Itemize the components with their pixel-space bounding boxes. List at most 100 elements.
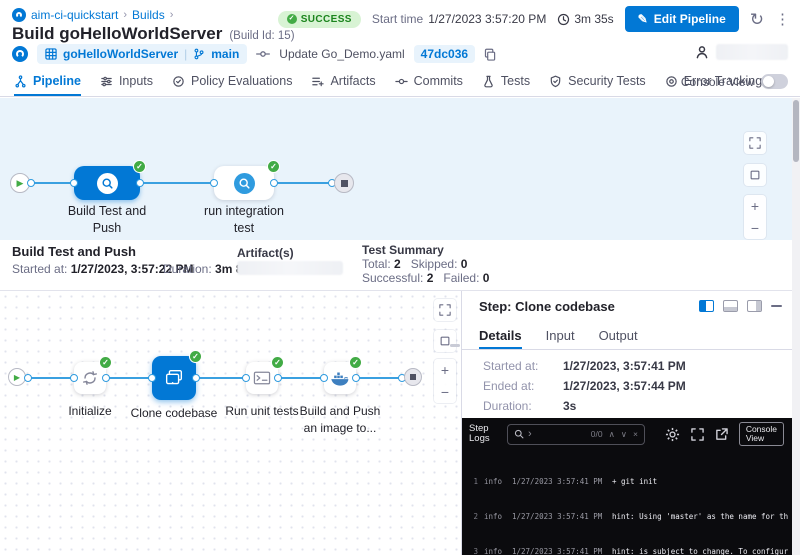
canvas-fullscreen-button[interactable] bbox=[744, 132, 766, 154]
copy-icon[interactable] bbox=[484, 48, 496, 61]
tab-pipeline[interactable]: Pipeline bbox=[14, 68, 81, 96]
scrollbar-thumb[interactable] bbox=[793, 100, 799, 162]
tab-policy-evaluations[interactable]: Policy Evaluations bbox=[172, 68, 292, 96]
commit-hash[interactable]: 47dc036 bbox=[414, 45, 475, 63]
tab-input[interactable]: Input bbox=[546, 324, 575, 349]
breadcrumb-project-link[interactable]: aim-ci-quickstart bbox=[31, 8, 118, 22]
chip-divider: | bbox=[184, 47, 187, 61]
log-search-input[interactable]: › 0/0 ∧ ∨ × bbox=[507, 424, 645, 445]
step-panel-header: Step: Clone codebase bbox=[462, 291, 792, 321]
console-view-button[interactable]: ConsoleView bbox=[739, 422, 784, 446]
step-label[interactable]: Initialize bbox=[48, 403, 132, 420]
node-port bbox=[70, 374, 78, 382]
success-check-icon: ✓ bbox=[287, 14, 297, 24]
canvas-fit-view-button[interactable] bbox=[744, 164, 766, 186]
elapsed-duration: 3m 35s bbox=[557, 12, 613, 26]
zoom-in-button[interactable]: + bbox=[441, 362, 449, 378]
canvas-fit-view-button[interactable] bbox=[434, 330, 456, 352]
success-check-icon: ✓ bbox=[133, 160, 146, 173]
success-check-icon: ✓ bbox=[271, 356, 284, 369]
ci-stage-icon bbox=[234, 173, 255, 194]
step-logs-title: StepLogs bbox=[469, 424, 499, 444]
refresh-icon[interactable]: ↻ bbox=[750, 12, 764, 27]
tab-commits[interactable]: Commits bbox=[395, 68, 463, 96]
page-scrollbar bbox=[792, 98, 800, 555]
user-cluster bbox=[695, 44, 788, 60]
artifact-link-redacted[interactable] bbox=[237, 261, 343, 275]
docker-icon bbox=[330, 370, 350, 387]
console-view-label: Console View bbox=[681, 75, 754, 89]
stage-graph-canvas[interactable]: ▶ ✓ Build Test andPush ✓ run integration… bbox=[0, 98, 792, 240]
tab-label: Inputs bbox=[119, 74, 153, 88]
console-view-toggle[interactable] bbox=[761, 74, 788, 89]
field-ended-at: Ended at:1/27/2023, 3:57:44 PM bbox=[483, 379, 782, 394]
pipeline-icon bbox=[14, 75, 27, 88]
ci-module-icon bbox=[12, 46, 28, 62]
step-label[interactable]: Clone codebase bbox=[126, 405, 222, 422]
stage-node-run-integration-test[interactable]: ✓ bbox=[214, 166, 274, 200]
node-port bbox=[320, 374, 328, 382]
breadcrumb: aim-ci-quickstart › Builds › bbox=[12, 8, 173, 22]
search-match-controls: 0/0 ∧ ∨ × bbox=[591, 429, 638, 440]
layout-bottom-icon[interactable] bbox=[723, 300, 738, 312]
success-check-icon: ✓ bbox=[189, 350, 202, 363]
tab-artifacts[interactable]: Artifacts bbox=[311, 68, 375, 96]
terminal-icon bbox=[253, 370, 271, 386]
open-in-new-icon[interactable] bbox=[715, 428, 728, 441]
node-port bbox=[148, 374, 156, 382]
console-view-toggle-group: Console View bbox=[681, 68, 788, 95]
build-page: aim-ci-quickstart › Builds › Build goHel… bbox=[0, 0, 800, 555]
start-time: Start time 1/27/2023 3:57:20 PM bbox=[372, 12, 546, 26]
tab-label: Policy Evaluations bbox=[191, 74, 292, 88]
zoom-in-button[interactable]: + bbox=[751, 198, 759, 214]
tab-details[interactable]: Details bbox=[479, 324, 522, 349]
next-match-icon[interactable]: ∨ bbox=[621, 429, 627, 440]
test-summary-row: Total: 2 Skipped: 0 bbox=[362, 257, 467, 271]
tab-output[interactable]: Output bbox=[599, 324, 638, 349]
kebab-menu-icon[interactable]: ⋮ bbox=[775, 12, 790, 27]
tab-label: Tests bbox=[501, 74, 530, 88]
step-graph-canvas[interactable]: ▶ ✓ ✓ ✓ ✓ Initializ bbox=[0, 291, 460, 555]
layout-split-left-icon[interactable] bbox=[699, 300, 714, 312]
breadcrumb-builds-link[interactable]: Builds bbox=[132, 8, 165, 22]
minimize-panel-icon[interactable] bbox=[771, 305, 782, 307]
commit-message[interactable]: Update Go_Demo.yaml bbox=[279, 47, 404, 61]
clear-search-icon[interactable]: × bbox=[633, 429, 638, 439]
node-port bbox=[24, 374, 32, 382]
log-line: 3info1/27/2023 3:57:41 PMhint: is subjec… bbox=[467, 546, 792, 555]
artifacts-label: Artifact(s) bbox=[237, 246, 294, 260]
canvas-fullscreen-button[interactable] bbox=[434, 299, 456, 321]
node-port bbox=[70, 179, 78, 187]
stage-node-build-test-and-push[interactable]: ✓ bbox=[74, 166, 140, 200]
stage-label[interactable]: run integrationtest bbox=[194, 203, 294, 237]
log-fullscreen-icon[interactable] bbox=[691, 428, 704, 441]
clock-icon bbox=[557, 13, 570, 26]
tab-tests[interactable]: Tests bbox=[482, 68, 530, 96]
tab-security-tests[interactable]: Security Tests bbox=[549, 68, 646, 96]
repo-name[interactable]: goHelloWorldServer bbox=[63, 47, 178, 61]
layout-right-icon[interactable] bbox=[747, 300, 762, 312]
toggle-knob bbox=[763, 76, 774, 87]
play-icon: ▶ bbox=[14, 373, 20, 382]
stage-info-strip: Build Test and Push Started at: 1/27/202… bbox=[0, 240, 792, 291]
zoom-out-button[interactable]: − bbox=[441, 384, 449, 400]
previous-match-icon[interactable]: ∧ bbox=[609, 429, 615, 440]
zoom-out-button[interactable]: − bbox=[751, 220, 759, 236]
panel-resize-handle[interactable] bbox=[450, 344, 460, 347]
title-row: Build goHelloWorldServer (Build Id: 15) bbox=[12, 24, 295, 44]
repo-branch-chip[interactable]: goHelloWorldServer | main bbox=[37, 44, 247, 64]
status-label: SUCCESS bbox=[301, 14, 352, 25]
step-label[interactable]: Run unit tests bbox=[220, 403, 304, 420]
canvas-zoom-controls: + − bbox=[744, 195, 766, 239]
tab-inputs[interactable]: Inputs bbox=[100, 68, 153, 96]
stage-label[interactable]: Build Test andPush bbox=[57, 203, 157, 237]
log-settings-gear-icon[interactable] bbox=[665, 427, 680, 442]
branch-icon bbox=[193, 48, 205, 60]
branch-name[interactable]: main bbox=[211, 47, 239, 61]
page-title: Build goHelloWorldServer bbox=[12, 24, 222, 44]
step-label[interactable]: Build and Pushan image to... bbox=[296, 403, 384, 437]
ci-stage-icon bbox=[97, 173, 118, 194]
tab-label: Security Tests bbox=[568, 74, 646, 88]
step-node-clone-codebase[interactable]: ✓ bbox=[152, 356, 196, 400]
edit-pipeline-button[interactable]: ✎ Edit Pipeline bbox=[625, 6, 739, 32]
